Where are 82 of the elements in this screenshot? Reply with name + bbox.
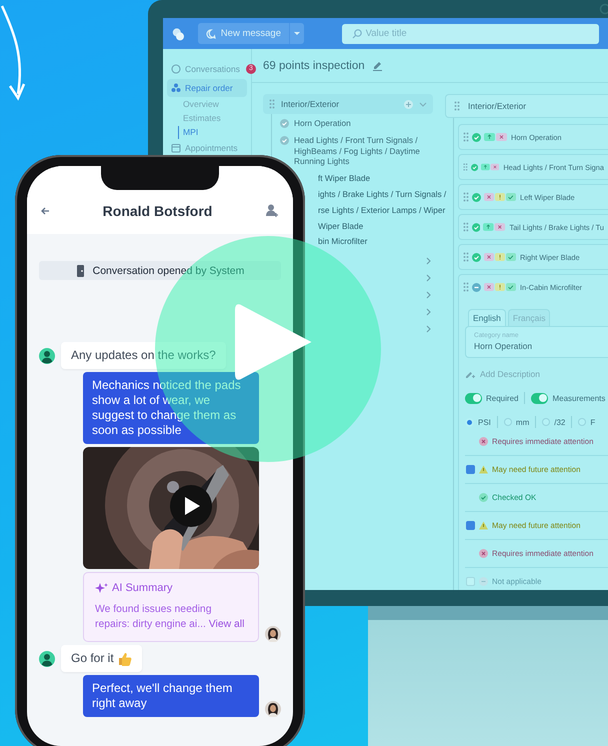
status-tags-icon [483, 223, 506, 231]
unit-label: F [590, 418, 596, 426]
check-circle-icon [479, 493, 488, 502]
x-circle-icon [479, 549, 488, 558]
checkbox-icon[interactable] [280, 136, 289, 145]
page-title: 69 points inspection [263, 60, 365, 72]
checkbox-icon[interactable] [280, 119, 289, 128]
item-label: Wiper Blade [318, 220, 364, 232]
back-arrow-icon[interactable] [41, 206, 50, 216]
status-tags-icon [484, 193, 516, 201]
pencil-icon[interactable] [372, 60, 382, 70]
chat-icon [171, 64, 181, 74]
search-field[interactable]: Value title [342, 24, 600, 44]
summary-text: We found issues needing repairs: dirty engine ai... View all [95, 603, 246, 632]
drag-handle-icon [454, 101, 460, 111]
status-tags-icon [484, 133, 507, 141]
drag-handle-icon [463, 192, 469, 202]
group-header[interactable]: Interior/Exterior [445, 94, 608, 118]
dropdown-button[interactable] [289, 23, 304, 44]
radio-button[interactable] [578, 418, 586, 426]
radio-button[interactable] [542, 418, 550, 426]
x-circle-icon [479, 437, 488, 446]
minus-circle-icon [479, 577, 488, 586]
radio-button[interactable] [465, 418, 474, 426]
message-bubble: Perfect, we'll change them right away [83, 675, 259, 717]
dots-icon [171, 83, 181, 93]
warning-icon [479, 465, 488, 474]
sidebar-item[interactable]: Conversations [167, 60, 244, 78]
drag-handle-icon [463, 222, 469, 232]
message-bubble: Any updates on the works? [61, 342, 226, 369]
item-label: Horn Operation [294, 118, 351, 129]
item-label: rse Lights / Exterior Lamps / Wiper [318, 204, 446, 216]
caret-icon [292, 31, 301, 36]
chat-icon [206, 28, 216, 38]
drag-handle-icon [463, 282, 469, 292]
checkbox[interactable] [466, 465, 475, 474]
sidebar-subitem[interactable]: MPI [178, 126, 247, 139]
message-bubble: Go for it [61, 645, 142, 672]
pencil-icon [465, 370, 475, 378]
checkbox[interactable] [466, 521, 475, 530]
item-label: Head Lights / Front Turn Signals / HighBeams / Fog Lights / Daytime Running Lights [294, 134, 421, 168]
play-button[interactable] [170, 485, 212, 527]
logo-icon [172, 26, 185, 42]
warning-icon [479, 521, 488, 530]
item-label: bin Microfilter [318, 236, 368, 248]
calendar-icon [171, 143, 181, 153]
search-icon [352, 28, 362, 38]
toggle-label: Required [486, 394, 518, 402]
sparkle-icon [95, 583, 108, 593]
door-icon [76, 264, 85, 276]
status-tags-icon [484, 253, 516, 261]
unit-label: /32 [554, 418, 566, 426]
language-tab[interactable]: English [468, 309, 506, 326]
drag-handle-icon [463, 162, 468, 172]
group-header[interactable]: Interior/Exterior [263, 94, 433, 114]
radio-button[interactable] [504, 418, 512, 426]
item-label: ights / Brake Lights / Turn Signals / [318, 188, 446, 200]
status-tags-icon [484, 283, 516, 291]
add-icon[interactable] [404, 100, 413, 108]
add-description-link[interactable]: Add Description [465, 369, 608, 379]
sidebar-item[interactable]: Appointments [167, 140, 242, 155]
contact-name: Ronald Botsford [102, 203, 214, 219]
new-message-button[interactable]: New message [198, 23, 289, 44]
item-label: ft Wiper Blade [318, 173, 370, 184]
drag-handle-icon [463, 132, 469, 142]
drag-handle-icon [463, 252, 469, 262]
system-note: Conversation opened by System [39, 261, 281, 280]
view-all-link[interactable]: View all [208, 619, 244, 630]
sidebar-item[interactable]: Repair order [167, 79, 247, 97]
toggle-switch[interactable] [465, 392, 482, 404]
add-user-icon[interactable] [265, 204, 279, 218]
chevron-down-icon[interactable] [419, 102, 427, 106]
unit-label: PSI [478, 418, 491, 426]
toggle-label: Measurements [552, 394, 606, 402]
toggle-switch[interactable] [531, 392, 548, 404]
status-tags-icon [480, 163, 500, 171]
group-title: Interior/Exterior [468, 101, 526, 111]
unit-label: mm [516, 418, 530, 426]
group-title: Interior/Exterior [281, 99, 340, 109]
checkbox[interactable] [466, 577, 475, 586]
drag-handle-icon [269, 99, 275, 109]
summary-title: AI Summary [112, 582, 173, 594]
